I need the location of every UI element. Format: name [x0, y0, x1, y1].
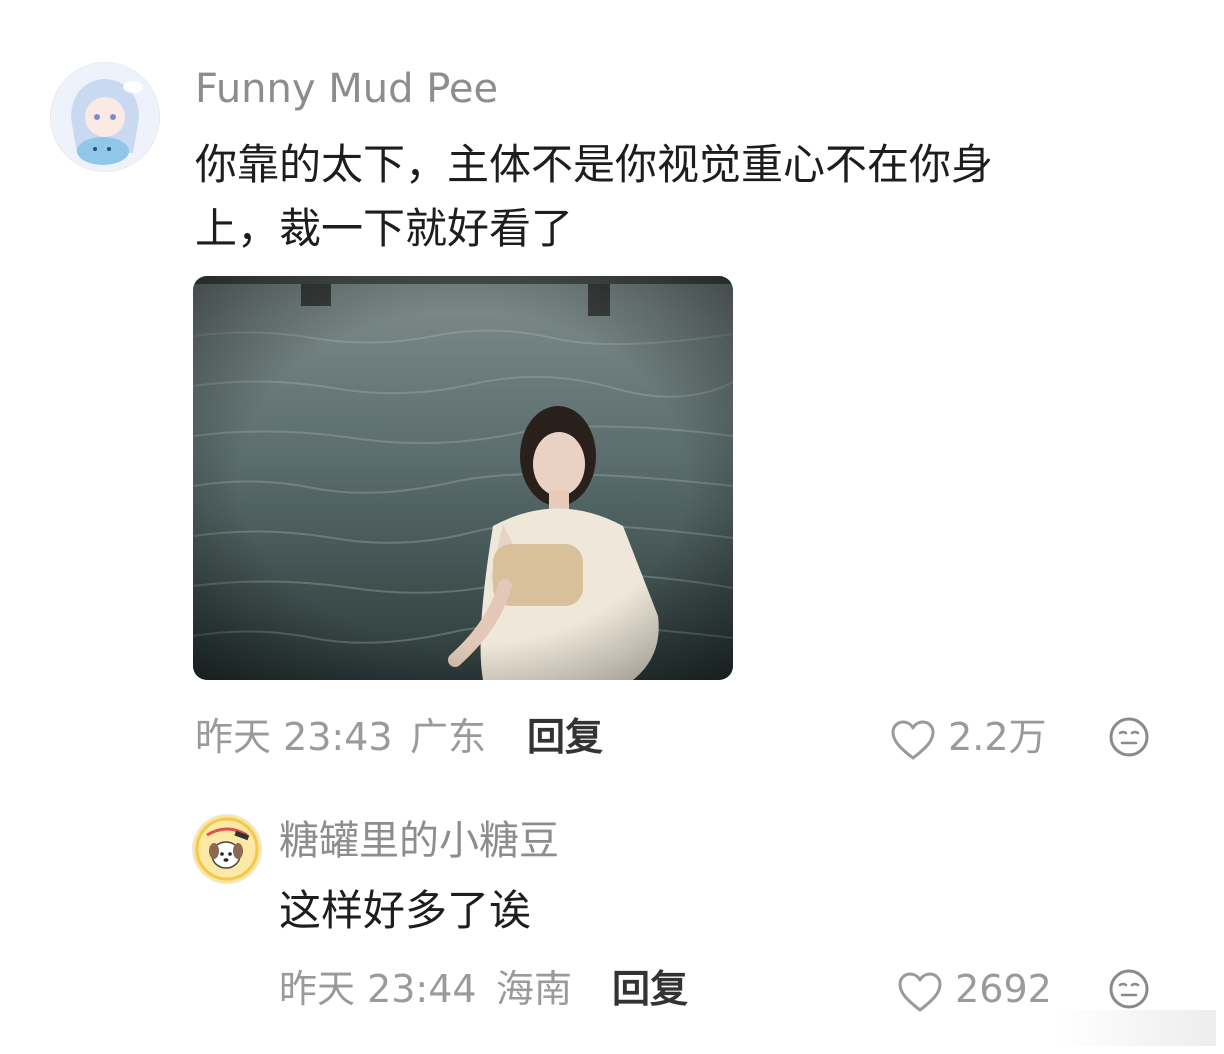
- comment-username[interactable]: 糖罐里的小糖豆: [279, 818, 559, 864]
- comment-attached-photo[interactable]: [193, 276, 733, 680]
- comment-username[interactable]: Funny Mud Pee: [195, 66, 498, 112]
- reaction-button[interactable]: [1108, 968, 1150, 1010]
- anime-girl-avatar-icon: [51, 63, 159, 171]
- comment-timestamp: 昨天 23:43: [195, 715, 393, 759]
- like-count: 2.2万: [948, 715, 1047, 759]
- heart-outline-icon: [898, 972, 942, 1011]
- heart-outline-icon: [891, 720, 935, 759]
- user-avatar[interactable]: [192, 814, 262, 884]
- reaction-button[interactable]: [1108, 716, 1150, 758]
- reply-button[interactable]: 回复: [527, 714, 603, 760]
- water-portrait-image: [193, 276, 733, 680]
- comment-location: 海南: [496, 967, 573, 1011]
- neutral-face-emoji-icon: [1109, 717, 1149, 757]
- like-count: 2692: [955, 967, 1052, 1011]
- bottom-fade: [1056, 1010, 1216, 1046]
- comment-location: 广东: [410, 715, 487, 759]
- cartoon-dog-avatar-icon: [193, 815, 261, 883]
- comment-timestamp: 昨天 23:44: [279, 967, 477, 1011]
- comment-text-line-2: 上，裁一下就好看了: [195, 204, 574, 253]
- comment-text-line-1: 这样好多了诶: [279, 886, 532, 935]
- neutral-face-emoji-icon: [1109, 969, 1149, 1009]
- comment-text-line-1: 你靠的太下，主体不是你视觉重心不在你身: [195, 140, 994, 189]
- like-button[interactable]: 2692: [897, 966, 1052, 1013]
- user-avatar[interactable]: [50, 62, 160, 172]
- reply-button[interactable]: 回复: [612, 966, 688, 1012]
- like-button[interactable]: 2.2万: [890, 714, 1047, 761]
